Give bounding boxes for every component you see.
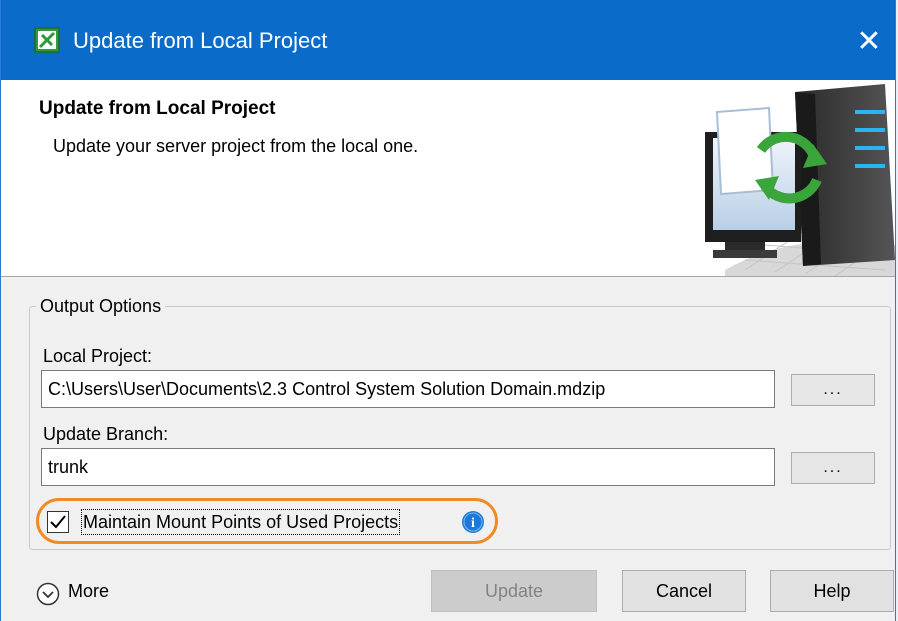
output-options-legend: Output Options — [40, 296, 162, 316]
close-button[interactable]: ✕ — [849, 21, 889, 61]
maintain-mount-points-label[interactable]: Maintain Mount Points of Used Projects — [81, 509, 401, 535]
title-bar[interactable]: Update from Local Project ✕ — [1, 0, 895, 80]
help-button[interactable]: Help — [770, 570, 894, 612]
maintain-mount-points-checkbox[interactable] — [47, 511, 69, 533]
local-project-browse-button[interactable]: ... — [791, 374, 875, 406]
svg-text:i: i — [471, 516, 475, 531]
window-title: Update from Local Project — [73, 28, 328, 53]
info-icon[interactable]: i — [461, 510, 485, 534]
close-icon: ✕ — [856, 24, 882, 58]
update-branch-field[interactable]: trunk — [41, 448, 775, 486]
page-description: Update your server project from the loca… — [53, 136, 419, 156]
update-branch-browse-button[interactable]: ... — [791, 452, 875, 484]
local-project-label: Local Project: — [43, 346, 153, 366]
page-title: Update from Local Project — [39, 98, 276, 119]
chevron-down-icon — [36, 582, 60, 606]
server-sync-icon — [705, 84, 895, 276]
more-label: More — [68, 581, 110, 601]
update-branch-label: Update Branch: — [43, 424, 169, 444]
update-dialog: Update from Local Project ✕ Update from … — [0, 0, 896, 621]
local-project-field[interactable]: C:\Users\User\Documents\2.3 Control Syst… — [41, 370, 775, 408]
cancel-button[interactable]: Cancel — [622, 570, 746, 612]
app-logo-icon — [34, 27, 60, 53]
header-banner: Update from Local Project Update your se… — [1, 80, 895, 277]
update-button[interactable]: Update — [431, 570, 597, 612]
maintain-mount-points-highlight: Maintain Mount Points of Used Projects i — [36, 498, 498, 544]
checkmark-icon — [50, 515, 66, 529]
